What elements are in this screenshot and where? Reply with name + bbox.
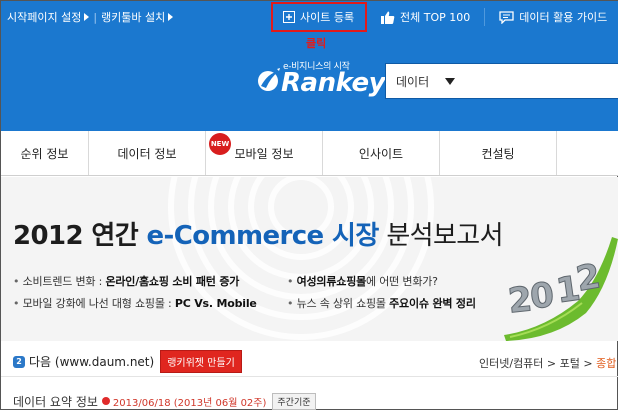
banner-bullet: 뉴스 속 상위 쇼핑몰 주요이슈 완벽 정리 [287,295,476,311]
nav-item-insight[interactable]: 인사이트 [323,131,440,175]
make-widget-button[interactable]: 랭키위젯 만들기 [160,350,242,373]
bullet-lead: 소비트렌드 변화 : [22,275,106,288]
data-guide-button[interactable]: 데이터 활용 가이드 [489,2,617,32]
red-dot-icon [101,397,110,405]
rankey-logo[interactable]: e-비지니스의 시작 Rankey [257,55,387,105]
nav-item-label: 순위 정보 [20,146,69,161]
bullet-tail: 에 어떤 변화가? [366,275,438,288]
nav-item-label: 모바일 정보 [234,146,294,161]
site-register-button[interactable]: 사이트 등록 [271,2,367,32]
data-guide-label: 데이터 활용 가이드 [519,11,608,24]
nav-item-label: 컨설팅 [481,146,515,161]
bullet-bold: PC Vs. Mobile [174,297,257,310]
chat-bubble-icon [499,10,514,24]
nav-item-consulting[interactable]: 컨설팅 [440,131,557,175]
banner-bullet: 모바일 강화에 나선 대형 쇼핑몰 : PC Vs. Mobile [13,295,257,311]
logo-swoosh-icon [257,67,281,97]
logo-text: Rankey [281,68,386,98]
bullet-bold: 여성의류쇼핑몰 [296,275,367,288]
toolbar-install-link[interactable]: 랭키툴바 설치 [101,9,174,25]
summary-date: 2013/06/18 (2013년 06월 02주) [112,397,267,409]
top100-label: 전체 TOP 100 [400,11,471,24]
arrow-right-icon [168,13,174,21]
header: 시작페이지 설정 | 랭키툴바 설치 사이트 등록 전체 TOP 100 데이터… [1,1,618,131]
top-links: 사이트 등록 전체 TOP 100 데이터 활용 가이드 [271,1,617,33]
bullet-bold: 온라인/홈쇼핑 소비 패턴 증가 [105,275,240,288]
banner-title: 2012 연간 e-Commerce 시장 분석보고서 [13,215,504,252]
dropdown-arrow-icon [445,77,456,85]
click-annotation: 클릭 [306,37,327,50]
bullet-lead: 모바일 강화에 나선 대형 쇼핑몰 : [22,297,175,310]
site-name: 다음 (www.daum.net) [29,355,155,369]
nav-item-data[interactable]: 데이터 정보 [89,131,206,175]
divider: | [93,10,98,24]
bullet-lead: 뉴스 속 상위 쇼핑몰 [296,297,390,310]
nav-item-label: 데이터 정보 [117,146,177,161]
summary-label: 데이터 요약 정보 [13,394,98,409]
banner-title-rest: 분석보고서 [378,221,503,251]
banner-title-highlight: e-Commerce 시장 [146,221,380,251]
breadcrumb-current[interactable]: 종합 [596,357,616,370]
search-category-select[interactable]: 데이터 [396,73,456,90]
top100-button[interactable]: 전체 TOP 100 [371,2,480,32]
banner-bullet: 여성의류쇼핑몰에 어떤 변화가? [287,273,438,289]
breadcrumb-path[interactable]: 인터넷/컴퓨터 > 포털 > [479,357,596,370]
new-badge: NEW [209,133,231,155]
search-box: 데이터 [385,63,618,99]
site-register-label: 사이트 등록 [300,11,355,24]
svg-text:0: 0 [528,275,556,317]
arrow-right-icon [84,13,90,21]
nav-item-label: 인사이트 [358,146,404,161]
year-2012-graphic: 2 0 1 2 [504,217,618,341]
bullet-bold: 주요이슈 완벽 정리 [389,297,476,310]
plus-box-icon [283,11,295,23]
banner-title-year: 2012 연간 [13,221,147,251]
nav-item-mobile[interactable]: NEW 모바일 정보 [206,131,323,175]
weekly-basis-button[interactable]: 주간기준 [272,392,316,410]
nav-item-rank[interactable]: 순위 정보 [1,131,89,175]
breadcrumb: 인터넷/컴퓨터 > 포털 > 종합 [479,355,616,371]
summary-row: 데이터 요약 정보 2013/06/18 (2013년 06월 02주) 주간기… [1,391,618,410]
search-category-value: 데이터 [396,74,430,89]
toolbar-install-label: 랭키툴바 설치 [101,11,166,24]
home-setting-label: 시작페이지 설정 [7,11,82,24]
thumbs-up-icon [381,11,395,24]
divider [484,8,486,26]
site-rank-badge: 2 [13,355,25,368]
main-nav: 순위 정보 데이터 정보 NEW 모바일 정보 인사이트 컨설팅 [1,131,618,176]
home-setting-link[interactable]: 시작페이지 설정 [7,9,90,25]
site-info-row: 2 다음 (www.daum.net) 랭키위젯 만들기 인터넷/컴퓨터 > 포… [1,347,618,377]
promo-banner[interactable]: 2012 연간 e-Commerce 시장 분석보고서 소비트렌드 변화 : 온… [1,177,618,341]
banner-bullet: 소비트렌드 변화 : 온라인/홈쇼핑 소비 패턴 증가 [13,273,240,289]
